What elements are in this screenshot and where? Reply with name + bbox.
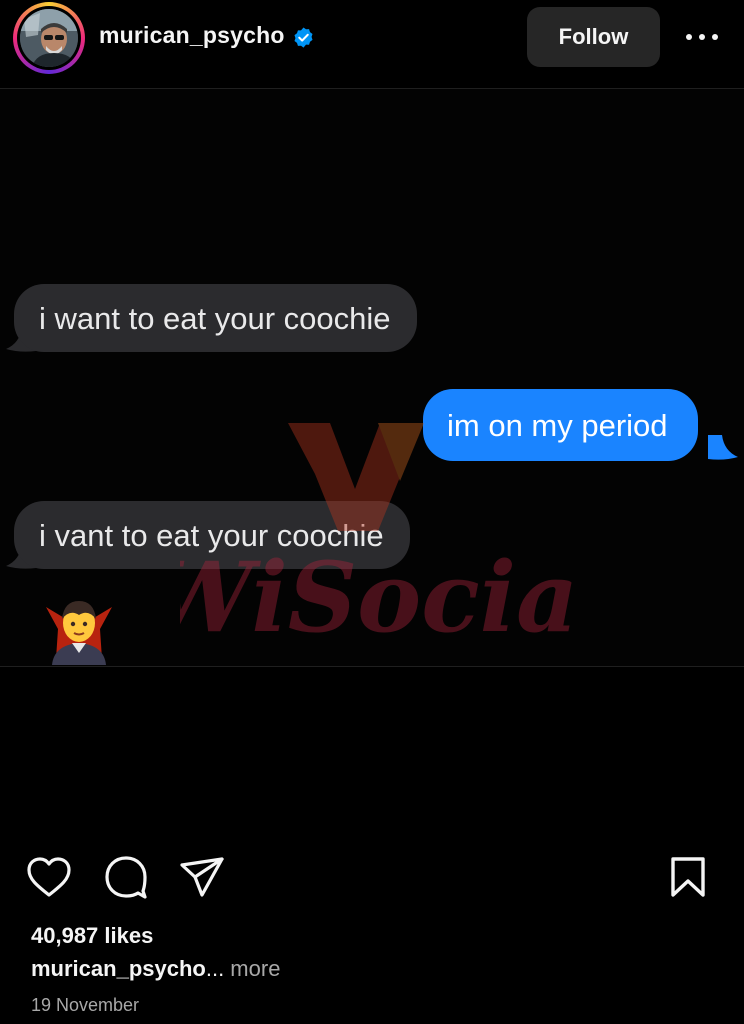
message-text: i want to eat your coochie bbox=[39, 300, 391, 336]
post-header: murican_psycho Follow bbox=[0, 0, 744, 88]
avatar[interactable] bbox=[20, 9, 78, 67]
message-text: i vant to eat your coochie bbox=[39, 517, 384, 553]
message-text: im on my period bbox=[447, 407, 668, 443]
avatar-frame bbox=[17, 6, 81, 70]
media-divider bbox=[0, 666, 744, 667]
bubble-tail bbox=[708, 435, 738, 460]
story-ring[interactable] bbox=[13, 2, 85, 74]
post-image[interactable]: i want to eat your coochie im on my peri… bbox=[0, 89, 744, 666]
caption-more-link[interactable]: more bbox=[224, 956, 280, 981]
heart-icon[interactable] bbox=[25, 855, 73, 899]
caption-username[interactable]: murican_psycho bbox=[31, 956, 206, 981]
likes-count[interactable]: 40,987 likes bbox=[31, 923, 153, 949]
username[interactable]: murican_psycho bbox=[99, 22, 285, 49]
caption-ellipsis: ... bbox=[205, 956, 225, 981]
verified-badge-icon bbox=[294, 27, 313, 48]
ellipsis-icon[interactable] bbox=[684, 30, 720, 44]
profile-photo bbox=[20, 9, 78, 67]
follow-button[interactable]: Follow bbox=[527, 7, 660, 67]
message-bubble-received: i want to eat your coochie bbox=[14, 284, 417, 352]
message-bubble-received: i vant to eat your coochie bbox=[14, 501, 410, 569]
caption: murican_psycho... more bbox=[31, 956, 280, 982]
post-date: 19 November bbox=[31, 995, 140, 1015]
bookmark-icon[interactable] bbox=[668, 855, 708, 899]
comment-icon[interactable] bbox=[103, 855, 149, 899]
vampire-emoji-icon bbox=[46, 601, 112, 665]
message-bubble-sent: im on my period bbox=[423, 389, 698, 461]
share-icon[interactable] bbox=[178, 855, 226, 899]
